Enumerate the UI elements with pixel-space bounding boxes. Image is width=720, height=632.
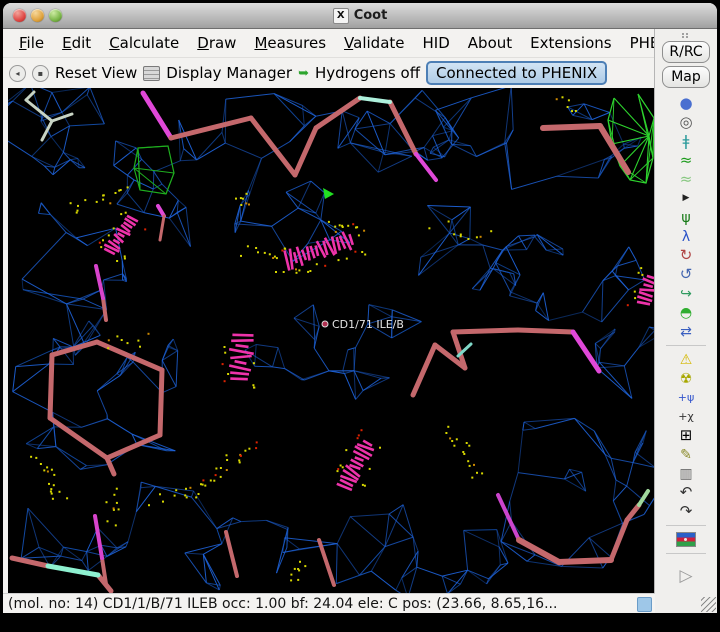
menu-item-measures[interactable]: Measures	[246, 32, 334, 54]
phenix-connection-button[interactable]: Connected to PHENIX	[426, 61, 607, 85]
title-bar[interactable]: X Coot	[3, 3, 717, 29]
sphere-rotate-icon[interactable]: ↺	[675, 265, 697, 284]
view-sphere-icon[interactable]: ●	[675, 94, 697, 113]
delete-item-icon[interactable]: ▥	[675, 464, 697, 483]
model-sticks	[12, 92, 648, 591]
status-text: (mol. no: 14) CD1/1/B/71 ILEB occ: 1.00 …	[8, 596, 557, 612]
refine-anchor-icon[interactable]: ǂ	[675, 132, 697, 151]
nav-arrow-button[interactable]: ◂	[9, 65, 26, 82]
gl-canvas[interactable]: CD1/71 ILE/B	[8, 88, 654, 593]
drag-handle-icon[interactable]	[681, 33, 691, 38]
main-toolbar: ◂ ▪ Reset View Display Manager ➥ Hydroge…	[3, 57, 654, 88]
menu-item-extensions[interactable]: Extensions	[522, 32, 619, 54]
scrollbar-thumb[interactable]	[637, 597, 652, 612]
menu-item-draw[interactable]: Draw	[189, 32, 244, 54]
display-manager-icon	[143, 66, 160, 81]
separator	[666, 345, 706, 346]
hydrogens-icon: ➥	[298, 66, 309, 81]
regularize-zone-icon[interactable]: ≈	[675, 151, 697, 170]
redo-icon[interactable]: ↷	[675, 502, 697, 521]
clash-fan-markers	[99, 212, 654, 490]
jiggle-fit-icon[interactable]: ⇄	[675, 322, 697, 341]
menu-item-about[interactable]: About	[460, 32, 520, 54]
display-manager-button[interactable]: Display Manager	[166, 64, 292, 82]
separator	[666, 525, 706, 526]
atom-label: CD1/71 ILE/B	[332, 318, 404, 331]
atom-label-group: CD1/71 ILE/B	[322, 318, 404, 331]
menu-item-calculate[interactable]: Calculate	[101, 32, 187, 54]
nav-target-button[interactable]: ▪	[32, 65, 49, 82]
rotate-translate-icon[interactable]: ↻	[675, 246, 697, 265]
window-title: Coot	[354, 8, 388, 23]
rrc-button[interactable]: R/RC	[662, 41, 710, 63]
expand-toolbar-icon[interactable]: ▶	[675, 189, 697, 208]
menu-item-hid[interactable]: HID	[415, 32, 458, 54]
add-alt-conf-icon[interactable]: +ψ	[675, 388, 697, 407]
flag-icon[interactable]	[675, 530, 697, 549]
window-title-wrap: X Coot	[3, 3, 717, 28]
resize-grip[interactable]	[701, 597, 716, 612]
menu-item-edit[interactable]: Edit	[54, 32, 99, 54]
auto-fit-rotamer-icon[interactable]: ≈	[675, 170, 697, 189]
add-residue-box-icon[interactable]: ⊞	[675, 426, 697, 445]
menu-item-validate[interactable]: Validate	[336, 32, 412, 54]
x11-app-icon: X	[333, 8, 349, 24]
place-atom-icon[interactable]: +χ	[675, 407, 697, 426]
separator	[666, 553, 706, 554]
menu-bar: FileEditCalculateDrawMeasuresValidateHID…	[3, 29, 654, 57]
add-terminal-residue-icon[interactable]: ⚠	[675, 350, 697, 369]
reset-view-button[interactable]: Reset View	[55, 64, 137, 82]
mutate-residue-icon[interactable]: ☢	[675, 369, 697, 388]
map-button[interactable]: Map	[662, 66, 710, 88]
hydrogens-toggle-button[interactable]: Hydrogens off	[315, 64, 420, 82]
edit-chi-angles-icon[interactable]: λ	[675, 227, 697, 246]
status-bar: (mol. no: 14) CD1/1/B/71 ILEB occ: 1.00 …	[3, 593, 655, 613]
undo-icon[interactable]: ↶	[675, 483, 697, 502]
density-mesh	[8, 88, 654, 593]
flip-peptide-icon[interactable]: ↪	[675, 284, 697, 303]
play-outline-icon[interactable]: ▷	[679, 566, 692, 586]
rotamers-icon[interactable]: ψ	[675, 208, 697, 227]
water-dots	[30, 96, 577, 581]
coot-window: X Coot FileEditCalculateDrawMeasuresVali…	[3, 3, 717, 613]
recentre-target-icon[interactable]: ◎	[675, 113, 697, 132]
menu-item-file[interactable]: File	[11, 32, 52, 54]
right-sidebar: R/RC Map ●◎ǂ≈≈▶ψλ↻↺↪◓⇄⚠☢+ψ+χ⊞✎▥↶↷ ▷	[654, 29, 717, 613]
side-chain-flip-icon[interactable]: ◓	[675, 303, 697, 322]
brush-clean-icon[interactable]: ✎	[675, 445, 697, 464]
